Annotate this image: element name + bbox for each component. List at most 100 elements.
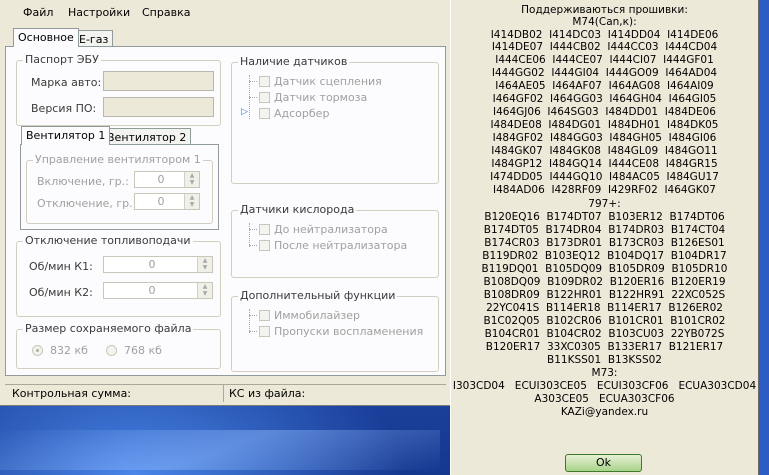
ks-file-label: КС из файла: — [229, 387, 306, 400]
sw-version-field[interactable] — [103, 97, 214, 117]
fuel-cut-group: Отключение топливоподачи Об/мин К1: 0 ▲ … — [16, 234, 221, 317]
info-line: I464GJ06 I464SG03 I484DD01 I484DE06 — [493, 106, 716, 118]
info-line: I464AE05 I464AF07 I464AG08 I464AI09 — [495, 80, 714, 92]
ok-button[interactable]: Ok — [565, 454, 642, 472]
fan-control-title: Управление вентилятором 1 — [33, 153, 203, 166]
extra-functions-title: Дополнительный функции — [238, 289, 398, 302]
fan-off-value: 0 — [157, 195, 165, 208]
email-link: KAZi@yandex.ru — [560, 406, 649, 418]
info-line: B120EQ16 B174DT07 B103ER12 B174DT06 — [484, 211, 725, 223]
post-cat-checkbox[interactable] — [259, 240, 270, 251]
expand-arrow-icon[interactable]: ▷ — [241, 107, 248, 117]
info-line: B174CR03 B173DR01 B173CR03 B126ES01 — [484, 237, 725, 249]
pre-cat-checkbox[interactable] — [259, 224, 270, 235]
tree-branch — [249, 97, 257, 98]
info-line: Поддерживаються прошивки: — [521, 4, 688, 16]
info-line: I414DB02 I414DC03 I414DD04 I414DE06 — [490, 29, 719, 41]
info-line: I464GF02 I464GG03 I464GH04 I464GI05 — [492, 93, 717, 105]
tree-branch — [249, 81, 257, 82]
menu-file[interactable]: Файл — [23, 6, 53, 19]
misfire-checkbox[interactable] — [259, 326, 270, 337]
info-line: B174DT05 B174DR04 B174DR03 B174CT04 — [483, 224, 726, 236]
tab-egas[interactable]: E-газ — [74, 30, 114, 47]
info-line: I414DE07 I444CB02 I444CC03 I444CD04 — [491, 41, 718, 53]
brake-sensor-label: Датчик тормоза — [274, 91, 368, 104]
k1-label: Об/мин К1: — [29, 260, 93, 273]
firmware-info-window: Поддерживаються прошивки: M74(Can,к): I4… — [450, 0, 759, 475]
adsorber-label: Адсорбер — [274, 107, 330, 120]
status-bar: Контрольная сумма: КС из файла: — [5, 384, 446, 403]
k1-stepper[interactable]: 0 ▲ ▼ — [103, 256, 213, 273]
info-line: I484GK07 I484GK08 I484GL09 I484GO11 — [491, 145, 718, 157]
sensors-title: Наличие датчиков — [238, 55, 350, 68]
tree-branch — [249, 331, 257, 332]
fan-off-label: Отключение, гр.: — [37, 197, 137, 210]
info-line: I303CD04 ECUI303CE05 ECUI303CF06 ECUA303… — [452, 380, 757, 392]
info-line: I484AD06 I428RF09 I429RF02 I464GK07 — [493, 184, 716, 196]
k2-value: 0 — [148, 284, 156, 297]
o2-sensors-group: Датчики кислорода До нейтрализатора Посл… — [231, 203, 439, 278]
info-line: B108DQ09 B109DR02 B120ER16 B120ER19 — [483, 276, 726, 288]
size-768-radio[interactable] — [106, 345, 117, 356]
o2-sensors-title: Датчики кислорода — [238, 203, 357, 216]
tree-line — [249, 223, 250, 247]
tab-panel: Паспорт ЭБУ Марка авто: Версия ПО: Венти… — [5, 46, 446, 376]
sw-version-label: Версия ПО: — [31, 102, 97, 115]
size-832-radio[interactable] — [32, 345, 43, 356]
tree-branch — [249, 229, 257, 230]
menu-help[interactable]: Справка — [142, 6, 190, 19]
fuel-cut-title: Отключение топливоподачи — [23, 234, 193, 247]
tab-fan2[interactable]: Вентилятор 2 — [102, 128, 192, 145]
file-size-title: Размер сохраняемого файла — [23, 322, 194, 335]
info-line: B108DR09 B122HR01 B122HR91 22XC052S — [483, 289, 726, 301]
tree-branch — [249, 315, 257, 316]
file-size-group: Размер сохраняемого файла 832 кб 768 кб — [16, 322, 221, 369]
tree-branch — [249, 245, 257, 246]
pre-cat-label: До нейтрализатора — [274, 223, 388, 236]
car-make-field[interactable] — [103, 71, 214, 91]
spin-down-icon[interactable]: ▼ — [184, 201, 199, 209]
menu-settings[interactable]: Настройки — [68, 6, 130, 19]
spin-down-icon[interactable]: ▼ — [197, 290, 212, 298]
tab-fan1[interactable]: Вентилятор 1 — [21, 126, 111, 145]
info-line: I444CE06 I444CE07 I444CI07 I444GF01 — [495, 54, 714, 66]
ecu-passport-title: Паспорт ЭБУ — [23, 53, 101, 66]
adsorber-checkbox[interactable] — [259, 108, 270, 119]
brake-sensor-checkbox[interactable] — [259, 92, 270, 103]
info-line: B1C02Q05 B102CR06 B101CR01 B101CR02 — [483, 315, 726, 327]
immobilizer-label: Иммобилайзер — [274, 309, 361, 322]
post-cat-label: После нейтрализатора — [274, 239, 408, 252]
immobilizer-checkbox[interactable] — [259, 310, 270, 321]
info-line: 797+: — [588, 198, 621, 210]
tab-main[interactable]: Основное — [13, 28, 79, 47]
fan-on-stepper[interactable]: 0 ▲ ▼ — [134, 171, 200, 188]
size-768-label: 768 кб — [124, 344, 162, 357]
info-line: B119DQ01 B105DQ09 B105DR09 B105DR10 — [481, 263, 728, 275]
info-line: I484GF02 I484GG03 I484GH05 I484GI06 — [492, 132, 717, 144]
info-line: A303CE05 ECUA303CF06 — [534, 393, 675, 405]
info-line: B119DR02 B103EQ12 B104DQ17 B104DR17 — [482, 250, 727, 262]
fan-control-group: Управление вентилятором 1 Включение, гр.… — [26, 153, 213, 224]
k1-value: 0 — [148, 258, 156, 271]
spin-down-icon[interactable]: ▼ — [184, 179, 199, 187]
size-832-label: 832 кб — [50, 344, 88, 357]
desktop-decoration — [0, 430, 440, 470]
main-window: Файл Настройки Справка Основное E-газ Па… — [0, 0, 451, 406]
fan-on-value: 0 — [157, 173, 165, 186]
k2-stepper[interactable]: 0 ▲ ▼ — [103, 282, 213, 299]
info-line: I484GP12 I484GQ14 I444CE08 I484GR15 — [491, 158, 718, 170]
clutch-sensor-checkbox[interactable] — [259, 76, 270, 87]
menubar: Файл Настройки Справка — [0, 4, 449, 24]
info-line: B11KSS01 B13KSS02 — [547, 354, 662, 366]
ecu-passport-group: Паспорт ЭБУ Марка авто: Версия ПО: — [16, 53, 221, 126]
k2-label: Об/мин К2: — [29, 286, 93, 299]
checksum-label: Контрольная сумма: — [12, 387, 132, 400]
info-line: M74(Can,к): — [572, 16, 637, 28]
info-line: 22YC041S B114ER18 B114ER17 B126ER02 — [486, 302, 723, 314]
info-line: I474DD05 I444GQ10 I484AC05 I484GU17 — [490, 171, 719, 183]
fan-off-stepper[interactable]: 0 ▲ ▼ — [134, 193, 200, 210]
spin-down-icon[interactable]: ▼ — [197, 264, 212, 272]
misfire-label: Пропуски воспламенения — [274, 325, 424, 338]
fan-tab-panel: Управление вентилятором 1 Включение, гр.… — [20, 144, 219, 230]
car-make-label: Марка авто: — [31, 76, 102, 89]
